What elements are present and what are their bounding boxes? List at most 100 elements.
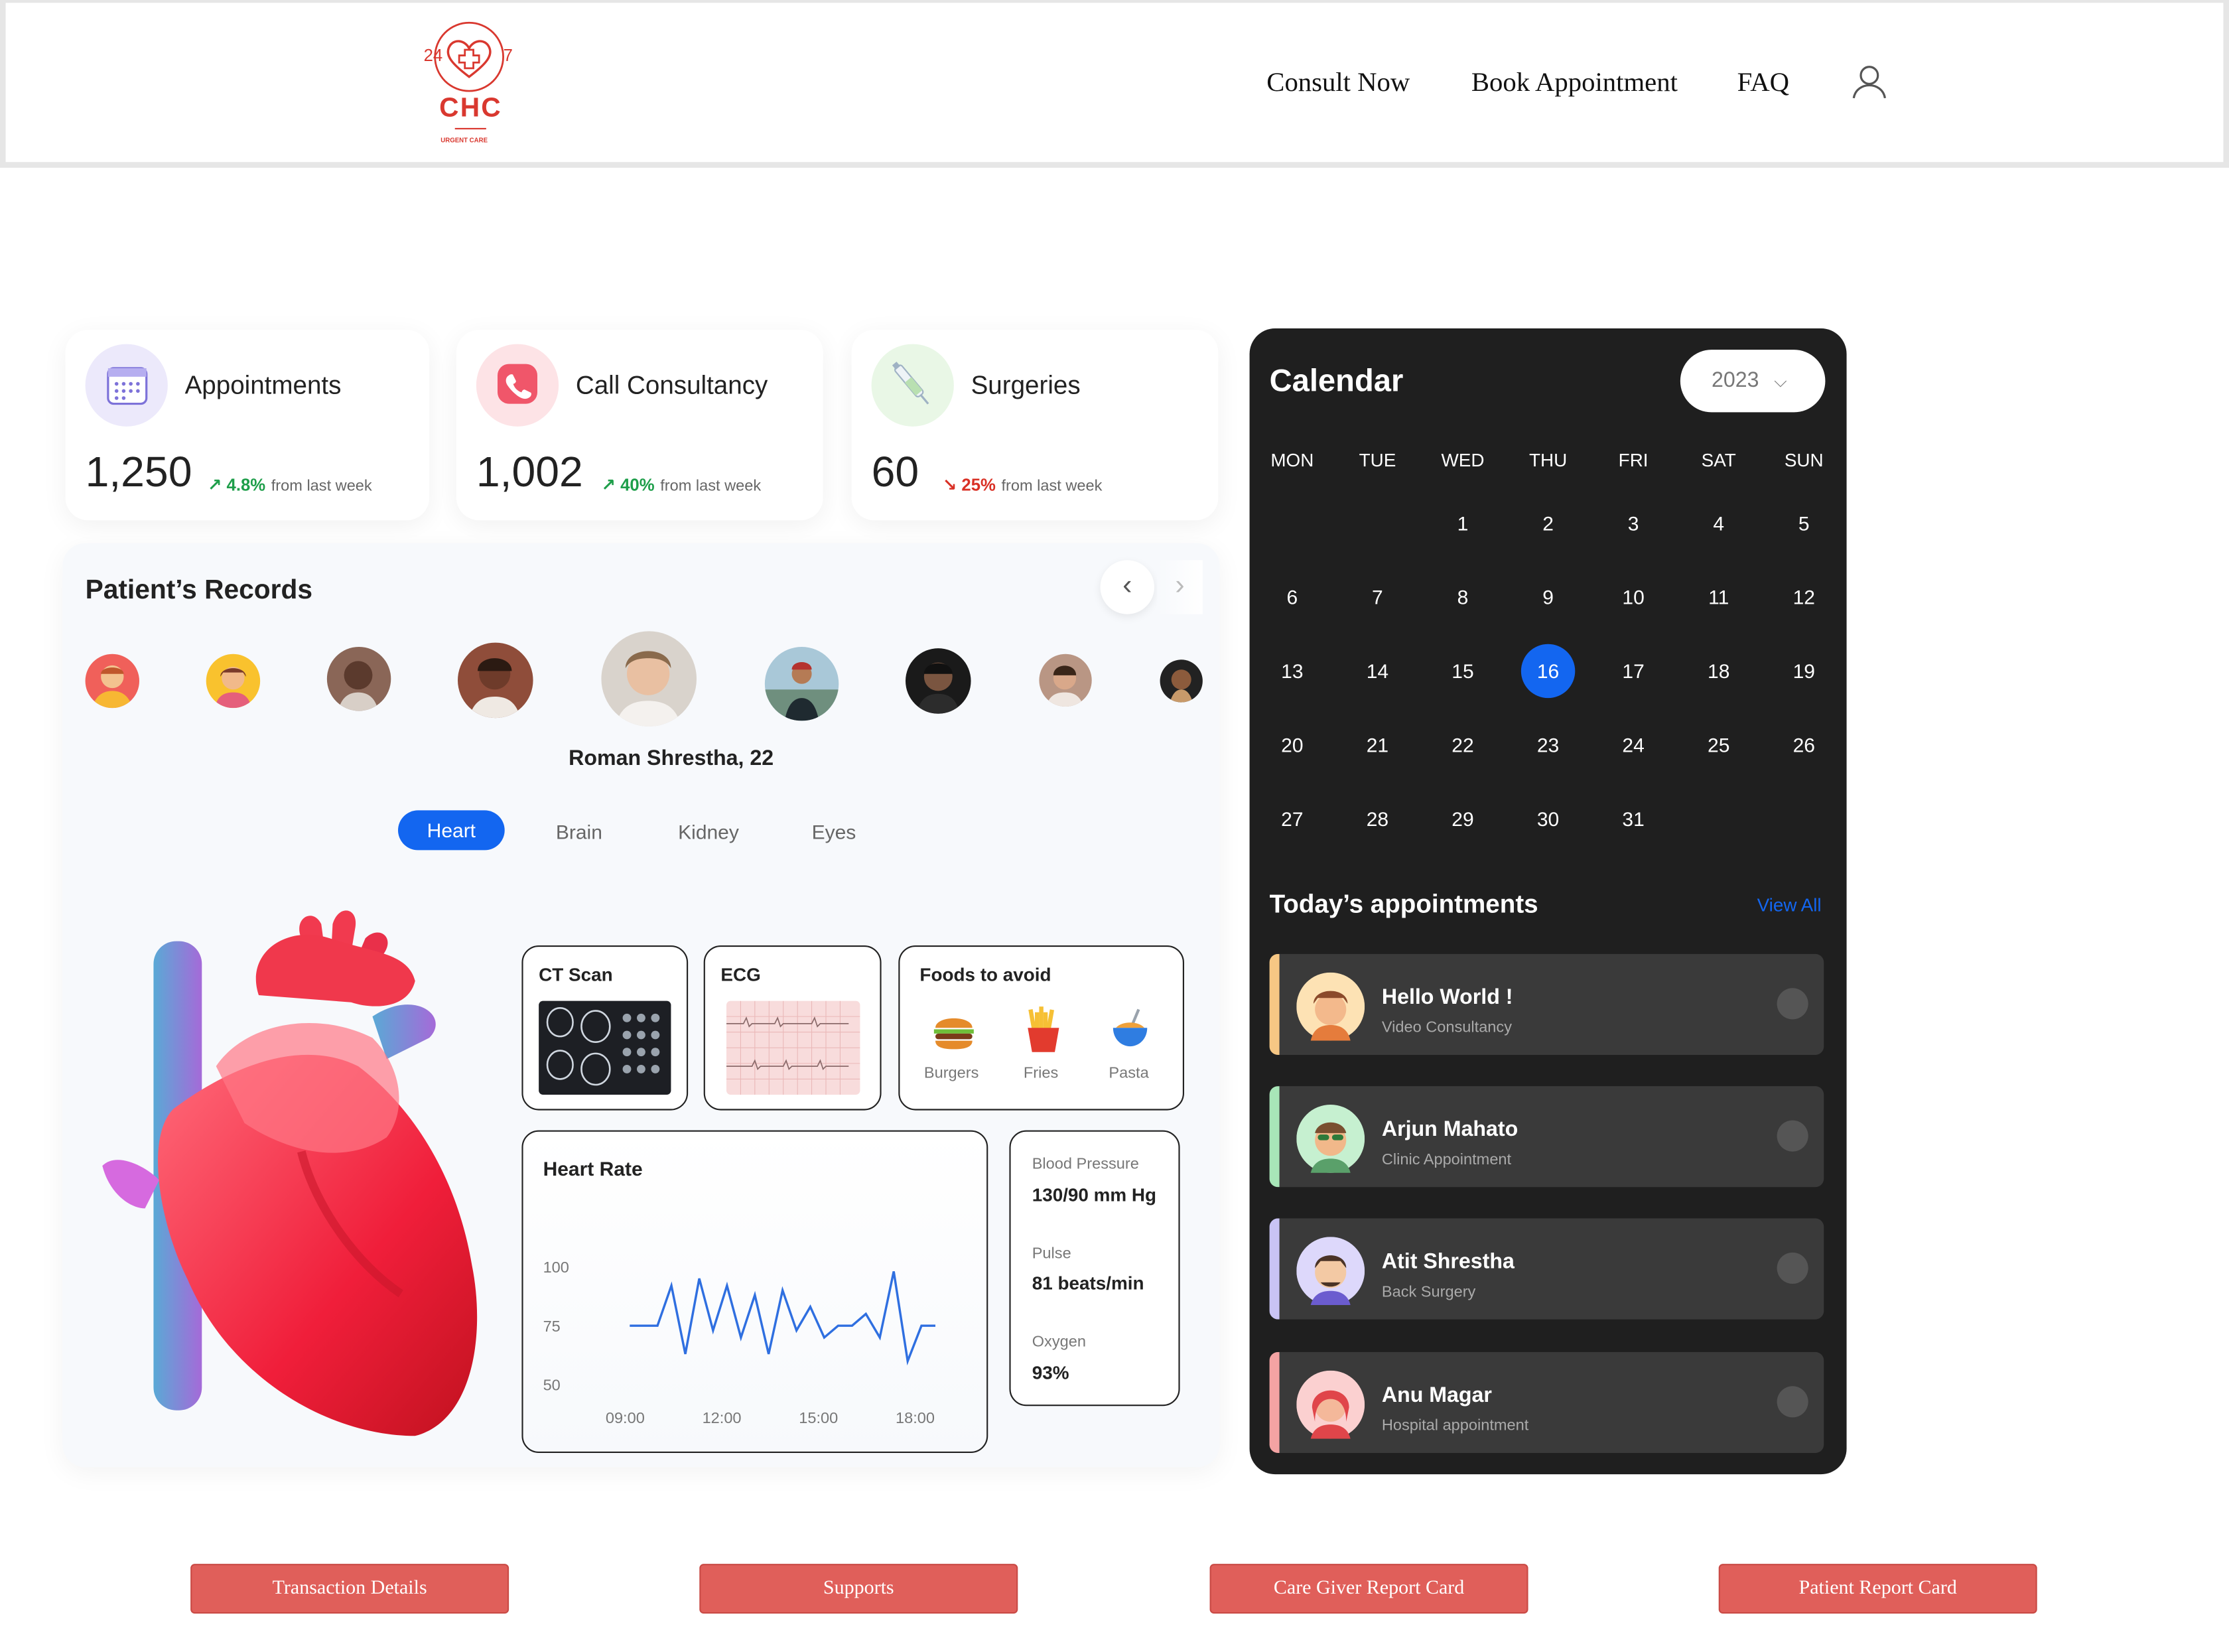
calendar-day[interactable]: 6 <box>1265 570 1319 624</box>
tab-eyes[interactable]: Eyes <box>812 820 856 843</box>
patient-report-card-button[interactable]: Patient Report Card <box>1718 1564 2037 1614</box>
calendar-day[interactable]: 2 <box>1521 496 1575 550</box>
tab-heart[interactable]: Heart <box>398 810 505 851</box>
appointment-color-bar <box>1269 1086 1280 1188</box>
weekday-thu: THU <box>1528 449 1568 471</box>
weekday-wed: WED <box>1441 449 1485 471</box>
calendar-day[interactable]: 21 <box>1351 718 1404 772</box>
calendar-day[interactable]: 1 <box>1436 496 1489 550</box>
appointment-status-toggle[interactable] <box>1777 1252 1808 1284</box>
stat-label: Appointments <box>184 371 342 400</box>
appointment-color-bar <box>1269 1351 1280 1453</box>
logo-brand: CHC <box>439 94 502 124</box>
appointment-type: Hospital appointment <box>1381 1417 1529 1435</box>
logo-tagline: URGENT CARE <box>440 136 488 144</box>
calendar-day[interactable]: 29 <box>1436 792 1489 846</box>
y-tick-label: 100 <box>543 1259 569 1276</box>
nav-faq[interactable]: FAQ <box>1737 68 1789 100</box>
stat-card-surgeries[interactable]: Surgeries 60 ↘ 25% from last week <box>851 330 1219 521</box>
patient-avatar[interactable] <box>206 654 261 709</box>
stat-change: ↗ 40% from last week <box>601 474 762 495</box>
prev-arrow-icon[interactable]: ‹ <box>1100 560 1154 614</box>
chc-logo[interactable]: 24 7 CHC URGENT CARE <box>421 20 523 151</box>
calendar-panel: Calendar 2023 ⌵ MON TUE WED THU FRI SAT SUN 12… <box>1249 328 1847 1475</box>
food-label: Burgers <box>923 1065 979 1082</box>
calendar-day[interactable]: 25 <box>1692 718 1745 772</box>
calendar-day[interactable]: 9 <box>1521 570 1575 624</box>
calendar-day-selected[interactable]: 16 <box>1520 644 1576 699</box>
year-select[interactable]: 2023 ⌵ <box>1680 350 1826 413</box>
appointment-type: Clinic Appointment <box>1381 1151 1512 1169</box>
weekday-sat: SAT <box>1701 449 1736 471</box>
top-header: 24 7 CHC URGENT CARE Consult Now Book Ap… <box>0 0 2229 168</box>
calendar-day[interactable]: 22 <box>1436 718 1489 772</box>
calendar-day[interactable]: 19 <box>1777 644 1831 698</box>
calendar-day[interactable]: 5 <box>1777 496 1831 550</box>
ecg-card[interactable]: ECG <box>703 945 882 1111</box>
y-tick-label: 75 <box>543 1318 561 1335</box>
appointment-avatar <box>1296 1370 1365 1439</box>
appointment-avatar <box>1296 972 1365 1041</box>
appointment-item[interactable]: Atit Shrestha Back Surgery <box>1269 1218 1824 1320</box>
tab-kidney[interactable]: Kidney <box>678 820 739 843</box>
user-icon[interactable] <box>1851 62 1888 106</box>
vital-label: Oxygen <box>1032 1333 1086 1351</box>
patient-avatar[interactable] <box>906 648 971 714</box>
stat-card-call-consultancy[interactable]: Call Consultancy 1,002 ↗ 40% from last we… <box>456 330 823 521</box>
calendar-day[interactable]: 13 <box>1265 644 1319 698</box>
care-giver-report-card-button[interactable]: Care Giver Report Card <box>1209 1564 1528 1614</box>
ct-scan-card[interactable]: CT Scan <box>521 945 689 1111</box>
calendar-day[interactable]: 23 <box>1521 718 1575 772</box>
calendar-day[interactable]: 30 <box>1521 792 1575 846</box>
calendar-day[interactable]: 14 <box>1351 644 1404 698</box>
calendar-day[interactable]: 24 <box>1606 718 1660 772</box>
calendar-icon <box>85 344 168 427</box>
calendar-day[interactable]: 20 <box>1265 718 1319 772</box>
patient-avatar[interactable] <box>458 642 533 719</box>
calendar-day[interactable]: 11 <box>1692 570 1745 624</box>
stat-label: Surgeries <box>971 371 1081 400</box>
patient-avatar[interactable] <box>1039 654 1092 707</box>
calendar-day[interactable]: 8 <box>1436 570 1489 624</box>
patient-avatar[interactable] <box>326 646 391 711</box>
stat-card-appointments[interactable]: Appointments 1,250 ↗ 4.8% from last week <box>65 330 430 521</box>
appointment-item[interactable]: Hello World ! Video Consultancy <box>1269 953 1824 1055</box>
foods-to-avoid-card[interactable]: Foods to avoid Burgers Fries Pasta <box>898 945 1184 1111</box>
x-tick-label: 18:00 <box>896 1409 935 1426</box>
transaction-details-button[interactable]: Transaction Details <box>190 1564 509 1614</box>
calendar-day[interactable]: 3 <box>1606 496 1660 550</box>
appointment-status-toggle[interactable] <box>1777 1120 1808 1152</box>
patient-avatar[interactable] <box>85 654 139 709</box>
selected-patient-avatar[interactable] <box>601 631 697 726</box>
tab-brain[interactable]: Brain <box>556 820 602 843</box>
supports-button[interactable]: Supports <box>699 1564 1018 1614</box>
x-tick-label: 12:00 <box>703 1409 742 1426</box>
vital-value: 93% <box>1032 1361 1069 1383</box>
calendar-day[interactable]: 28 <box>1351 792 1404 846</box>
next-arrow-icon[interactable]: › <box>1157 560 1203 614</box>
calendar-day[interactable]: 12 <box>1777 570 1831 624</box>
heart-rate-card[interactable]: Heart Rate 100 75 50 09:00 12:00 15:00 18:00 <box>521 1130 988 1453</box>
calendar-day[interactable]: 7 <box>1351 570 1404 624</box>
patient-avatar[interactable] <box>1160 659 1203 703</box>
nav-consult-now[interactable]: Consult Now <box>1266 68 1410 100</box>
calendar-day[interactable]: 4 <box>1692 496 1745 550</box>
calendar-day[interactable]: 31 <box>1606 792 1660 846</box>
appointment-item[interactable]: Arjun Mahato Clinic Appointment <box>1269 1086 1824 1188</box>
appointment-item[interactable]: Anu Magar Hospital appointment <box>1269 1351 1824 1453</box>
appointment-status-toggle[interactable] <box>1777 988 1808 1020</box>
calendar-day[interactable]: 18 <box>1692 644 1745 698</box>
calendar-day[interactable]: 10 <box>1606 570 1660 624</box>
food-label: Pasta <box>1109 1065 1149 1082</box>
appointment-avatar <box>1296 1105 1365 1173</box>
appointment-color-bar <box>1269 953 1280 1055</box>
appointment-status-toggle[interactable] <box>1777 1386 1808 1418</box>
calendar-day[interactable]: 15 <box>1436 644 1489 698</box>
calendar-day[interactable]: 26 <box>1777 718 1831 772</box>
heart-rate-chart: 100 75 50 09:00 12:00 15:00 18:00 <box>543 1259 935 1426</box>
view-all-link[interactable]: View All <box>1757 894 1822 916</box>
calendar-day[interactable]: 17 <box>1606 644 1660 698</box>
calendar-day[interactable]: 27 <box>1265 792 1319 846</box>
nav-book-appointment[interactable]: Book Appointment <box>1471 68 1678 100</box>
patient-avatar[interactable] <box>764 646 839 721</box>
